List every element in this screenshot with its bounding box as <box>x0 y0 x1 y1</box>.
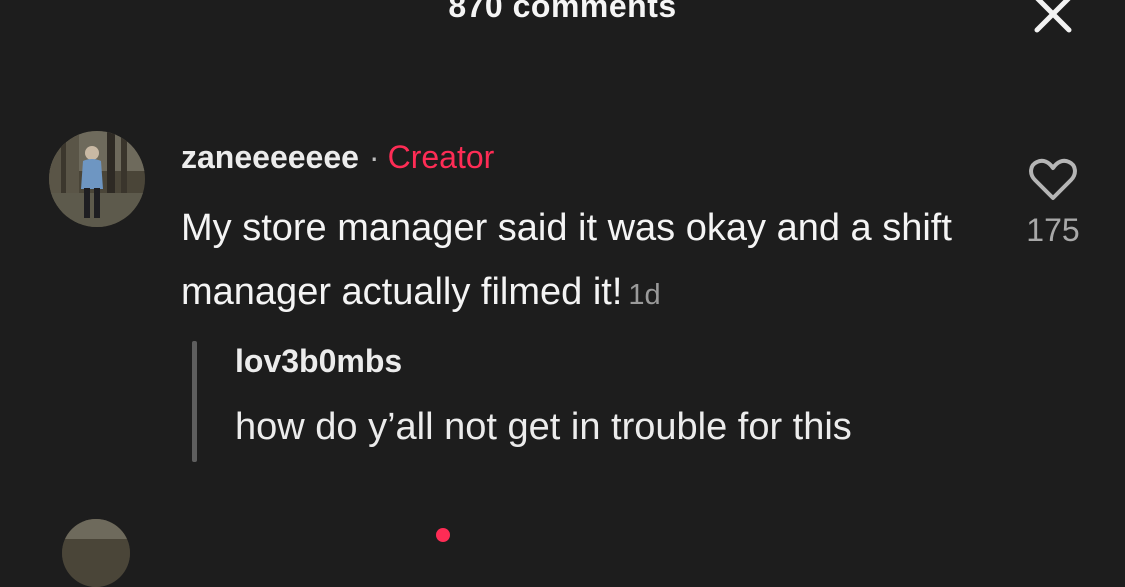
close-icon <box>1034 0 1072 33</box>
quoted-comment-text: how do y’all not get in trouble for this <box>235 406 852 448</box>
comment-body: My store manager said it was okay and a … <box>181 196 981 327</box>
next-comment-creator-mark <box>436 528 450 542</box>
profile-photo <box>62 519 130 587</box>
comments-count-title: 870 comments <box>448 0 677 24</box>
heart-outline-icon <box>1029 158 1077 200</box>
avatar[interactable] <box>49 131 145 227</box>
separator-dot: · <box>368 139 380 175</box>
comment-username[interactable]: zaneeeeeee <box>181 139 359 175</box>
quoted-username[interactable]: lov3b0mbs <box>235 343 402 380</box>
comment-header: zaneeeeeee · Creator <box>181 135 494 179</box>
close-button[interactable] <box>1031 0 1075 36</box>
next-comment-avatar[interactable] <box>62 519 130 587</box>
comment-text: My store manager said it was okay and a … <box>181 207 952 313</box>
like-count: 175 <box>1026 212 1080 248</box>
quote-bar <box>192 341 197 462</box>
comment-timestamp: 1d <box>628 279 661 311</box>
creator-badge: Creator <box>387 139 495 175</box>
profile-photo <box>49 131 145 227</box>
like-button[interactable] <box>1028 158 1078 202</box>
